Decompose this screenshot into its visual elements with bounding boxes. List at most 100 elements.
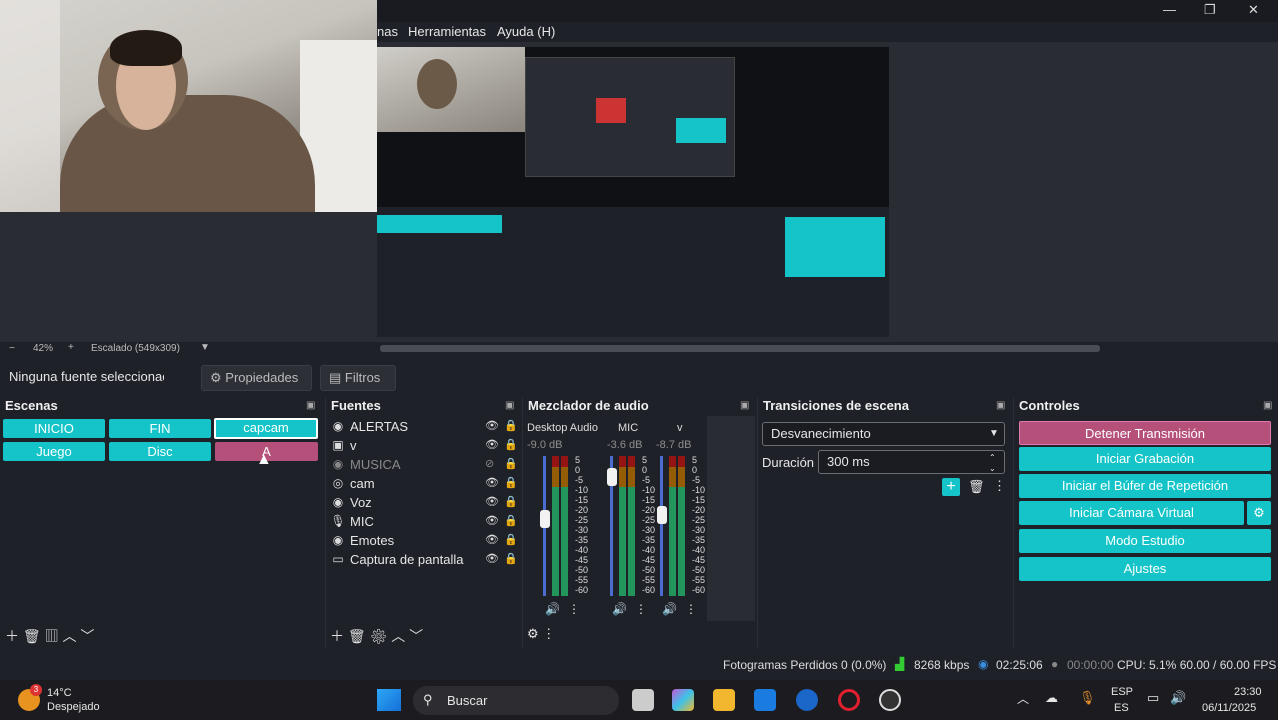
zoom-out-button[interactable]: − [9,343,15,354]
scene-disc[interactable]: Disc [109,442,211,461]
preview-scrollbar[interactable] [380,345,1100,352]
filter-icon[interactable]: ▥ [45,628,59,644]
obs-icon[interactable] [879,689,901,711]
scene-juego[interactable]: Juego [3,442,105,461]
source-item[interactable]: ▭ Captura de pantalla 👁 🔒 [330,551,520,570]
fader-knob[interactable] [607,468,617,486]
menu-item-tools[interactable]: Herramientas [408,24,486,39]
zoom-in-button[interactable]: + [68,342,74,353]
arrow-down-icon[interactable]: ﹀ [80,628,94,644]
trash-icon[interactable]: 🗑 [23,628,41,644]
eye-icon[interactable]: 👁 [485,552,499,565]
add-transition-button[interactable]: + [942,478,960,496]
arrow-up-icon[interactable]: ︿ [391,628,405,644]
mixer-settings-icon[interactable]: ⚙ ⋮ [527,626,555,642]
outlook-icon[interactable] [796,689,818,711]
stop-stream-button[interactable]: Detener Transmisión [1019,421,1271,445]
task-view-icon[interactable] [632,689,654,711]
virtual-camera-button[interactable]: Iniciar Cámara Virtual [1019,501,1244,525]
lock-icon[interactable]: 🔒 [504,514,518,527]
clock-date[interactable]: 06/11/2025 [1202,702,1256,714]
filters-button[interactable]: ▤ Filtros [320,365,396,391]
fader-knob[interactable] [540,510,550,528]
source-item[interactable]: ◎ cam 👁 🔒 [330,475,520,494]
add-icon[interactable]: ＋ [5,628,19,644]
eye-icon[interactable]: 👁 [485,533,499,546]
trash-icon[interactable]: 🗑 [968,479,985,495]
dock-options-icon[interactable]: ▣ [996,400,1005,411]
scene-capcam[interactable]: capcam [214,418,318,439]
windows-start-icon[interactable] [377,689,401,711]
arrow-up-icon[interactable]: ︿ [62,628,76,644]
copilot-icon[interactable] [672,689,694,711]
store-icon[interactable] [754,689,776,711]
eye-icon[interactable]: 👁 [485,419,499,432]
trash-icon[interactable]: 🗑 [348,628,366,644]
duration-input[interactable]: 300 ms ⌃ ⌄ [818,450,1005,474]
clock-time[interactable]: 23:30 [1234,686,1262,698]
properties-button[interactable]: ⚙ Propiedades [201,365,312,391]
dock-options-icon[interactable]: ▣ [306,400,315,411]
eye-icon[interactable]: 👁 [485,476,499,489]
spinner-down-icon[interactable]: ⌄ [989,458,996,480]
settings-button[interactable]: Ajustes [1019,557,1271,581]
lock-icon[interactable]: 🔒 [504,438,518,451]
start-recording-button[interactable]: Iniciar Grabación [1019,447,1271,471]
maximize-button[interactable]: ❐ [1204,2,1216,18]
cloud-icon[interactable]: ☁ [1045,690,1058,706]
transition-select[interactable]: Desvanecimiento ▼ [762,422,1005,446]
scene-inicio[interactable]: INICIO [3,419,105,438]
eye-hidden-icon[interactable]: ⊘ [485,457,494,470]
chevron-down-icon[interactable]: ▼ [200,342,210,353]
close-button[interactable]: ✕ [1248,2,1259,18]
more-options-icon[interactable]: ⋮ [993,478,1006,494]
arrow-down-icon[interactable]: ﹀ [409,628,423,644]
lock-icon[interactable]: 🔒 [504,495,518,508]
speaker-icon[interactable]: 🔊 [545,602,560,616]
speaker-icon[interactable]: 🔊 [662,602,677,616]
dock-options-icon[interactable]: ▣ [1263,400,1272,411]
virtual-camera-settings-button[interactable]: ⚙ [1247,501,1271,525]
add-icon[interactable]: ＋ [330,628,344,644]
menu-item-partial[interactable]: nas [377,24,398,39]
scene-fin[interactable]: FIN [109,419,211,438]
more-options-icon[interactable]: ⋮ [568,602,580,616]
eye-icon[interactable]: 👁 [485,514,499,527]
scenes-title: Escenas [5,398,58,413]
fader-knob[interactable] [657,505,667,524]
source-item[interactable]: ▣ v 👁 🔒 [330,437,520,456]
taskbar-search[interactable]: ⚲ Buscar [413,686,619,715]
dock-options-icon[interactable]: ▣ [740,400,749,411]
minimize-button[interactable]: — [1163,2,1176,17]
menu-item-help[interactable]: Ayuda (H) [497,24,555,39]
source-item[interactable]: ◉ Voz 👁 🔒 [330,494,520,513]
lock-icon[interactable]: 🔒 [504,533,518,546]
lock-icon[interactable]: 🔒 [504,552,518,565]
eye-icon[interactable]: 👁 [485,495,499,508]
speaker-icon[interactable]: 🔊 [612,602,627,616]
lock-icon[interactable]: 🔒 [504,419,518,432]
preview-canvas[interactable] [377,47,889,337]
chevron-up-icon[interactable]: ︿ [1017,690,1029,707]
source-item[interactable]: ◉ MUSICA ⊘ 🔒 [330,456,520,475]
source-item[interactable]: ◉ Emotes 👁 🔒 [330,532,520,551]
volume-icon[interactable]: 🔊 [1170,690,1186,706]
lock-icon[interactable]: 🔒 [504,476,518,489]
mic-icon[interactable]: 🎙 [1079,690,1096,706]
opera-icon[interactable] [838,689,860,711]
lock-icon[interactable]: 🔒 [504,457,518,470]
lang-top[interactable]: ESP [1111,686,1133,698]
studio-mode-button[interactable]: Modo Estudio [1019,529,1271,553]
source-item[interactable]: 🎙 MIC 👁 🔒 [330,513,520,532]
dock-options-icon[interactable]: ▣ [505,400,514,411]
source-item[interactable]: ◉ ALERTAS 👁 🔒 [330,418,520,437]
file-explorer-icon[interactable] [713,689,735,711]
more-options-icon[interactable]: ⋮ [635,602,647,616]
lang-bottom[interactable]: ES [1114,702,1129,714]
gear-icon[interactable]: ⚙ [370,628,388,644]
fader-track[interactable] [660,456,663,596]
more-options-icon[interactable]: ⋮ [685,602,697,616]
eye-icon[interactable]: 👁 [485,438,499,451]
network-icon[interactable]: ▭ [1147,690,1159,706]
replay-buffer-button[interactable]: Iniciar el Búfer de Repetición [1019,474,1271,498]
